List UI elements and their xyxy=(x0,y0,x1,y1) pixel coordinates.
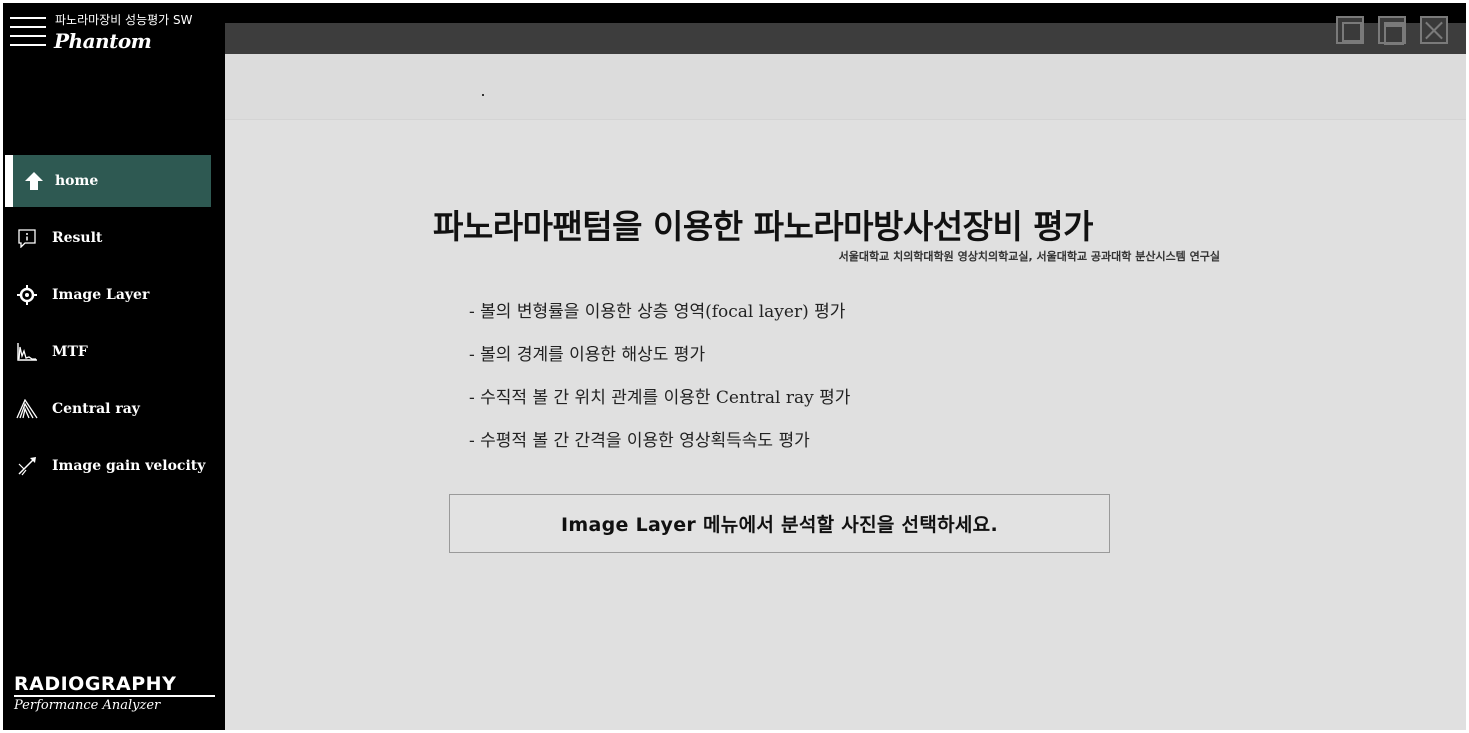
brand-sub-text: Performance Analyzer xyxy=(14,698,161,713)
sidebar-item-mtf[interactable]: MTF xyxy=(3,326,225,378)
app-window: 파노라마장비 성능평가 SW Phantom home Result Image… xyxy=(3,3,1466,730)
feature-list: - 볼의 변형률을 이용한 상층 영역(focal layer) 평가 - 볼의… xyxy=(469,297,850,469)
mtf-graph-icon xyxy=(16,341,38,363)
central-ray-icon xyxy=(16,398,38,420)
title-bar xyxy=(225,3,1466,54)
main-content: 파노라마팬텀을 이용한 파노라마방사선장비 평가 서울대학교 치의학대학원 영상… xyxy=(225,54,1466,730)
home-icon xyxy=(23,170,45,192)
sidebar-item-home[interactable]: home xyxy=(5,155,211,207)
minimize-button[interactable] xyxy=(1336,16,1364,44)
title-bar-strip[interactable] xyxy=(225,23,1466,54)
sidebar-item-image-gain-velocity[interactable]: Image gain velocity xyxy=(3,440,225,492)
sidebar-item-label: MTF xyxy=(52,344,88,360)
close-button[interactable] xyxy=(1420,16,1448,44)
result-icon xyxy=(16,227,38,249)
header-dot xyxy=(482,94,484,96)
sidebar-item-central-ray[interactable]: Central ray xyxy=(3,383,225,435)
instruction-text: Image Layer 메뉴에서 분석할 사진을 선택하세요. xyxy=(561,514,998,536)
maximize-button[interactable] xyxy=(1378,16,1406,45)
feature-item: - 볼의 변형률을 이용한 상층 영역(focal layer) 평가 xyxy=(469,302,846,322)
sidebar: 파노라마장비 성능평가 SW Phantom home Result Image… xyxy=(3,3,225,730)
brand-main-text: RADIOGRAPHY xyxy=(14,674,215,697)
sidebar-item-label: Result xyxy=(52,230,103,246)
velocity-icon xyxy=(16,455,38,477)
sidebar-item-result[interactable]: Result xyxy=(3,212,225,264)
feature-item: - 수직적 볼 간 위치 관계를 이용한 Central ray 평가 xyxy=(469,388,851,408)
sidebar-item-image-layer[interactable]: Image Layer xyxy=(3,269,225,321)
content-header xyxy=(225,54,1466,120)
hamburger-menu-icon[interactable] xyxy=(10,15,46,47)
affiliation-text: 서울대학교 치의학대학원 영상치의학교실, 서울대학교 공과대학 분산시스템 연… xyxy=(838,250,1220,263)
app-title: 파노라마장비 성능평가 SW xyxy=(55,13,193,27)
app-logo: Phantom xyxy=(54,29,152,53)
sidebar-item-label: Image gain velocity xyxy=(52,458,206,474)
instruction-box: Image Layer 메뉴에서 분석할 사진을 선택하세요. xyxy=(449,494,1110,553)
sidebar-item-label: Central ray xyxy=(52,401,140,417)
page-title: 파노라마팬텀을 이용한 파노라마방사선장비 평가 xyxy=(433,207,1094,246)
sidebar-item-label: home xyxy=(55,173,99,189)
sidebar-nav: home Result Image Layer MTF Central ray … xyxy=(3,155,225,497)
sidebar-item-label: Image Layer xyxy=(52,287,150,303)
brand-logo: RADIOGRAPHY Performance Analyzer xyxy=(14,674,215,713)
feature-item: - 볼의 경계를 이용한 해상도 평가 xyxy=(469,345,706,365)
crosshair-icon xyxy=(16,284,38,306)
feature-item: - 수평적 볼 간 간격을 이용한 영상획득속도 평가 xyxy=(469,431,810,451)
